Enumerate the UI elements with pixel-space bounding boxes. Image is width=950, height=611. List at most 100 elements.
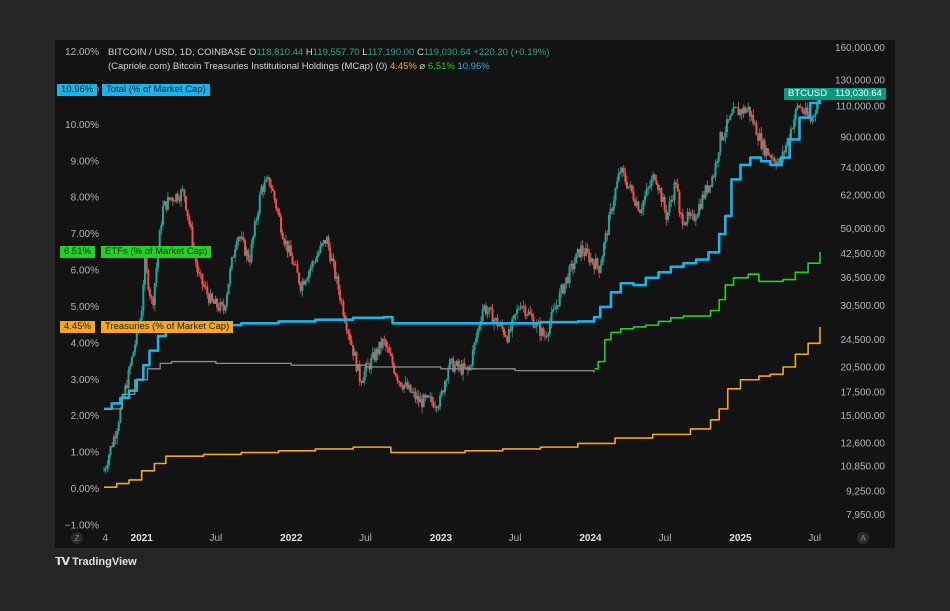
candle-body <box>253 221 256 237</box>
candle-body <box>358 364 361 382</box>
candle-body <box>388 348 391 354</box>
candle-body <box>201 273 204 285</box>
candle-body <box>230 257 233 269</box>
candle-body <box>525 314 528 316</box>
left-tick-label: 10.00% <box>65 120 99 131</box>
etf-line <box>594 251 821 370</box>
candle-body <box>755 122 758 136</box>
candle-body <box>648 186 651 188</box>
right-tick-label: 110,000.00 <box>836 101 886 112</box>
candle-body <box>627 186 630 189</box>
candle-body <box>366 363 369 365</box>
right-tick-label: 24,500.00 <box>841 335 886 346</box>
candle-body <box>812 115 815 118</box>
high-label: H <box>305 47 313 58</box>
candle-body <box>109 446 112 456</box>
average-icon: ⌀ <box>419 61 426 72</box>
open-value: 118,810.44 <box>256 47 304 58</box>
candle-body <box>242 236 245 240</box>
candle-body <box>180 189 183 201</box>
candle-body <box>655 180 658 185</box>
candle-body <box>773 157 776 163</box>
right-tick-label: 90,000.00 <box>841 133 886 144</box>
candle-body <box>650 179 653 187</box>
candle-body <box>276 208 279 212</box>
candle-body <box>766 148 769 155</box>
candle-body <box>196 261 199 273</box>
candle-body <box>725 119 728 133</box>
candle-body <box>332 258 335 262</box>
candle-body <box>642 200 645 210</box>
candle-body <box>117 422 120 431</box>
right-tick-label: 20,500.00 <box>841 363 886 374</box>
candle-body <box>307 271 310 279</box>
candle-body <box>563 283 566 294</box>
candle-body <box>132 351 135 357</box>
candle-body <box>791 128 794 130</box>
chart-panel[interactable]: 12.00%11.00%10.00%9.00%8.00%7.00%6.00%5.… <box>55 40 895 548</box>
left-tick-label: 2.00% <box>71 411 99 422</box>
time-axis[interactable]: 4 2021 Jul 2022 Jul 2023 Jul 2024 Jul 2025 Jul <box>102 533 821 544</box>
candle-body <box>273 191 276 200</box>
right-tick-label: 9,250.00 <box>846 486 885 497</box>
candle-body <box>342 301 345 316</box>
series-lines <box>104 89 822 488</box>
right-tick-label: 36,500.00 <box>841 273 886 284</box>
candle-body <box>553 308 556 310</box>
candle-body <box>558 291 561 307</box>
candle-body <box>575 253 578 264</box>
candle-body <box>498 325 501 327</box>
candle-body <box>104 468 107 471</box>
candle-body <box>607 214 610 236</box>
candle-body <box>270 185 273 189</box>
candle-body <box>789 128 792 140</box>
legend-line-ohlc: BITCOIN / USD, 1D, COINBASE O118,810.44 … <box>108 46 549 60</box>
candle-body <box>530 314 533 317</box>
candle-body <box>119 408 122 423</box>
candle-body <box>640 209 643 213</box>
tag-treasury-text: Treasuries (% of Market Cap) <box>105 320 230 332</box>
tradingview-logo[interactable]: 𝗧𝗩 TradingView <box>55 555 137 568</box>
candle-body <box>281 232 284 240</box>
indicator-name[interactable]: (Capriole.com) Bitcoin Treasuries Instit… <box>108 61 387 72</box>
candle-body <box>321 243 324 246</box>
candle-body <box>806 107 809 116</box>
tag-total: 10.96% <box>57 83 98 96</box>
candle-body <box>268 177 271 186</box>
chart-svg[interactable]: 12.00%11.00%10.00%9.00%8.00%7.00%6.00%5.… <box>55 40 895 548</box>
candle-body <box>678 191 681 213</box>
candle-body <box>162 205 165 226</box>
legend-symbol[interactable]: BITCOIN / USD, 1D, COINBASE <box>108 47 246 58</box>
tag-btc-price-text: 119,030.64 <box>835 88 882 99</box>
candle-body <box>599 265 602 273</box>
candle-body <box>130 356 133 366</box>
candle-body <box>694 218 697 221</box>
candle-body <box>619 171 622 174</box>
candle-body <box>334 261 337 279</box>
candle-body <box>145 257 148 270</box>
candle-body <box>676 184 679 192</box>
candle-body <box>184 196 187 210</box>
candle-body <box>445 379 448 382</box>
candle-body <box>581 245 584 253</box>
candle-body <box>801 107 804 112</box>
candle-body <box>394 373 397 376</box>
candle-body <box>512 315 515 320</box>
right-tick-label: 160,000.00 <box>835 43 885 54</box>
indicator-value-total: 10.96% <box>457 61 490 72</box>
candle-body <box>171 197 174 201</box>
candle-body <box>296 264 299 273</box>
candle-body <box>362 380 365 383</box>
candle-body <box>229 268 232 284</box>
left-axis: 12.00%11.00%10.00%9.00%8.00%7.00%6.00%5.… <box>65 47 99 531</box>
candle-body <box>265 179 268 182</box>
candle-body <box>155 267 158 284</box>
candle-body <box>106 465 109 469</box>
tag-etf: 6.51% <box>60 245 95 258</box>
candle-body <box>103 470 105 472</box>
right-tick-label: 50,000.00 <box>841 224 886 235</box>
left-tick-label: 1.00% <box>71 448 99 459</box>
time-axis-label: Jul <box>209 533 222 544</box>
right-tick-label: 130,000.00 <box>835 75 885 86</box>
candle-body <box>816 103 819 114</box>
